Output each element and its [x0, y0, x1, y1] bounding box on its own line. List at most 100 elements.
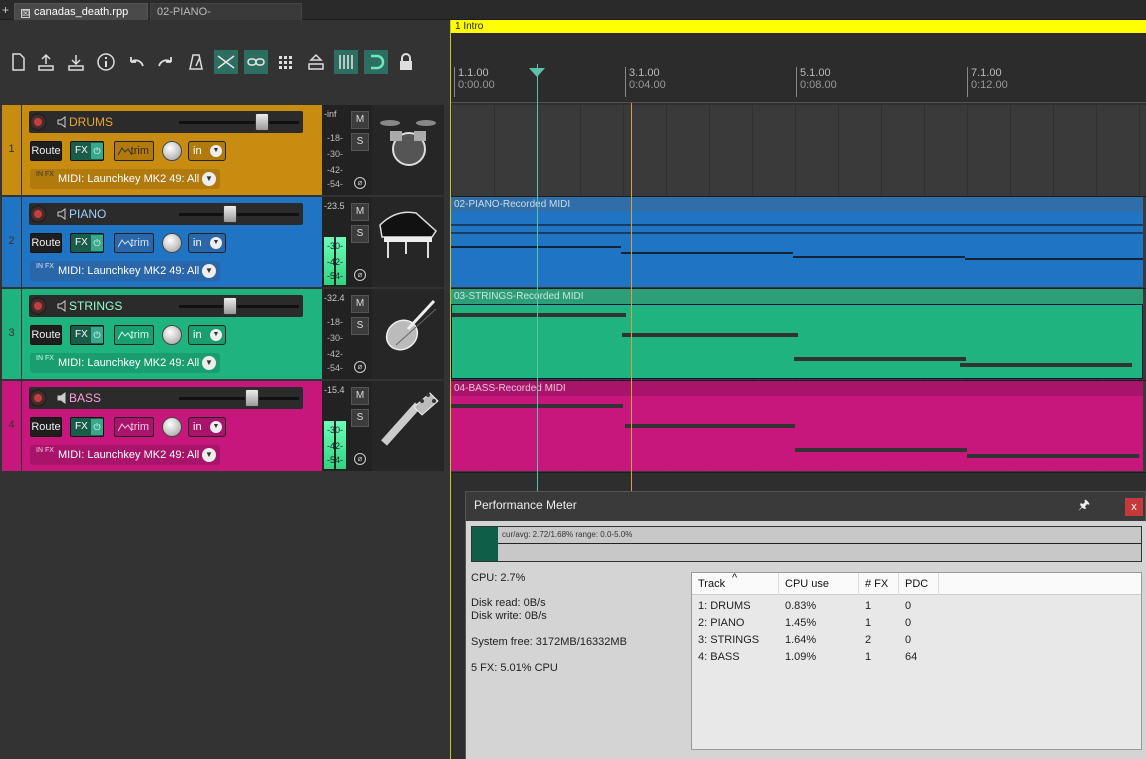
mute-button[interactable]: M [351, 295, 369, 313]
ripple-link-icon[interactable] [244, 50, 268, 74]
mute-button[interactable]: M [351, 111, 369, 129]
track-icon-slot[interactable] [372, 381, 444, 471]
track-cpu-table[interactable]: Track ^ CPU use # FX PDC 1: DRUMS 0.83% 1 0 … [691, 572, 1142, 750]
automation-mode-button[interactable]: trim [114, 141, 154, 161]
midi-item-piano[interactable]: 02-PIANO-Recorded MIDI [451, 197, 1143, 287]
solo-button[interactable]: S [351, 317, 369, 335]
pan-knob[interactable] [162, 325, 182, 345]
table-row[interactable]: 4: BASS 1.09% 1 64 [692, 649, 1141, 666]
new-project-icon[interactable] [6, 50, 30, 74]
record-arm-button[interactable] [29, 389, 47, 407]
input-monitor-button[interactable]: in ▼ [188, 233, 226, 253]
track-name-bar[interactable]: STRINGS [29, 295, 303, 317]
volume-fader-handle[interactable] [223, 205, 237, 223]
table-row[interactable]: 2: PIANO 1.45% 1 0 [692, 615, 1141, 632]
column-header-track[interactable]: Track ^ [692, 572, 779, 595]
speaker-icon[interactable] [56, 207, 70, 221]
input-fx-label[interactable]: IN FX [36, 355, 54, 363]
track-name-bar[interactable]: DRUMS [29, 111, 303, 133]
pan-knob[interactable] [162, 417, 182, 437]
track-name[interactable]: PIANO [69, 207, 106, 221]
auto-crossfade-icon[interactable] [214, 50, 238, 74]
record-arm-button[interactable] [29, 297, 47, 315]
fx-bypass-icon[interactable]: ⏻ [91, 327, 103, 343]
track-name[interactable]: BASS [69, 391, 101, 405]
route-button[interactable]: Route [30, 233, 62, 253]
fx-button[interactable]: FX ⏻ [70, 233, 104, 253]
mute-button[interactable]: M [351, 387, 369, 405]
project-tab-active[interactable]: ☒ canadas_death.rpp [14, 3, 148, 20]
fx-bypass-icon[interactable]: ⏻ [91, 235, 103, 251]
column-header-pdc[interactable]: PDC [899, 573, 939, 595]
volume-fader-handle[interactable] [245, 389, 259, 407]
table-row[interactable]: 1: DRUMS 0.83% 1 0 [692, 598, 1141, 615]
snap-icon[interactable] [334, 50, 358, 74]
pan-knob[interactable] [162, 233, 182, 253]
track-name[interactable]: STRINGS [69, 299, 122, 313]
solo-button[interactable]: S [351, 133, 369, 151]
speaker-icon[interactable] [56, 115, 70, 129]
track-name-bar[interactable]: PIANO [29, 203, 303, 225]
peak-readout[interactable]: -15.4 [324, 385, 345, 395]
input-fx-label[interactable]: IN FX [36, 263, 54, 271]
solo-button[interactable]: S [351, 225, 369, 243]
speaker-icon[interactable] [56, 299, 70, 313]
timeline-ruler[interactable]: 1.1.00 0:00.00 3.1.00 0:04.00 5.1.00 0:08.0… [451, 33, 1146, 116]
record-input-selector[interactable]: IN FX MIDI: Launchkey MK2 49: All ch ▼ [30, 261, 220, 281]
track-bass[interactable]: 4 BASS Route FX ⏻ trim in ▼ IN FX MIDI: La… [0, 381, 444, 473]
automation-mode-button[interactable]: trim [114, 233, 154, 253]
volume-fader-handle[interactable] [255, 113, 269, 131]
track-piano[interactable]: 2 PIANO Route FX ⏻ trim in ▼ IN FX MIDI: L… [0, 197, 444, 289]
table-row[interactable]: 3: STRINGS 1.64% 2 0 [692, 632, 1141, 649]
volume-fader[interactable] [179, 113, 299, 131]
record-arm-button[interactable] [29, 205, 47, 223]
fx-button[interactable]: FX ⏻ [70, 141, 104, 161]
pan-knob[interactable] [162, 141, 182, 161]
record-input-selector[interactable]: IN FX MIDI: Launchkey MK2 49: All ch ▼ [30, 353, 220, 373]
track-name[interactable]: DRUMS [69, 115, 113, 129]
lock-icon[interactable] [394, 50, 418, 74]
phase-invert-icon[interactable]: ⌀ [354, 453, 366, 465]
midi-item-bass[interactable]: 04-BASS-Recorded MIDI [451, 381, 1143, 471]
pin-icon[interactable]: 🖈 [1078, 496, 1092, 512]
track-lane-strings[interactable]: 03-STRINGS-Recorded MIDI [451, 289, 1146, 381]
grid-icon[interactable] [274, 50, 298, 74]
magnet-icon[interactable] [364, 50, 388, 74]
peak-readout[interactable]: -32.4 [324, 293, 345, 303]
region-marker[interactable]: 1 Intro [451, 20, 1146, 33]
save-project-icon[interactable] [64, 50, 88, 74]
peak-readout[interactable]: -inf [324, 109, 337, 119]
close-button[interactable]: x [1125, 498, 1143, 516]
fx-bypass-icon[interactable]: ⏻ [91, 419, 103, 435]
track-icon-slot[interactable] [372, 105, 444, 195]
track-lane-drums[interactable] [451, 105, 1146, 197]
route-button[interactable]: Route [30, 141, 62, 161]
track-lane-bass[interactable]: 04-BASS-Recorded MIDI [451, 381, 1146, 473]
mute-button[interactable]: M [351, 203, 369, 221]
input-monitor-button[interactable]: in ▼ [188, 141, 226, 161]
volume-fader-handle[interactable] [223, 297, 237, 315]
record-input-selector[interactable]: IN FX MIDI: Launchkey MK2 49: All ch ▼ [30, 169, 220, 189]
route-button[interactable]: Route [30, 417, 62, 437]
phase-invert-icon[interactable]: ⌀ [354, 361, 366, 373]
record-arm-button[interactable] [29, 113, 47, 131]
input-monitor-button[interactable]: in ▼ [188, 417, 226, 437]
project-settings-icon[interactable] [94, 50, 118, 74]
fx-button[interactable]: FX ⏻ [70, 417, 104, 437]
fx-bypass-icon[interactable]: ⏻ [91, 143, 103, 159]
midi-item-strings[interactable]: 03-STRINGS-Recorded MIDI [451, 289, 1143, 379]
speaker-icon[interactable] [56, 391, 70, 405]
column-header-fx-count[interactable]: # FX [859, 573, 899, 595]
group-icon[interactable] [304, 50, 328, 74]
fx-button[interactable]: FX ⏻ [70, 325, 104, 345]
track-drums[interactable]: 1 DRUMS Route FX ⏻ trim in ▼ IN FX MIDI: L… [0, 105, 444, 197]
solo-button[interactable]: S [351, 409, 369, 427]
track-icon-slot[interactable] [372, 197, 444, 287]
record-input-selector[interactable]: IN FX MIDI: Launchkey MK2 49: All ch ▼ [30, 445, 220, 465]
track-lane-piano[interactable]: 02-PIANO-Recorded MIDI [451, 197, 1146, 289]
volume-fader[interactable] [179, 205, 299, 223]
track-icon-slot[interactable] [372, 289, 444, 379]
track-strings[interactable]: 3 STRINGS Route FX ⏻ trim in ▼ IN FX MIDI:… [0, 289, 444, 381]
phase-invert-icon[interactable]: ⌀ [354, 269, 366, 281]
input-fx-label[interactable]: IN FX [36, 447, 54, 455]
